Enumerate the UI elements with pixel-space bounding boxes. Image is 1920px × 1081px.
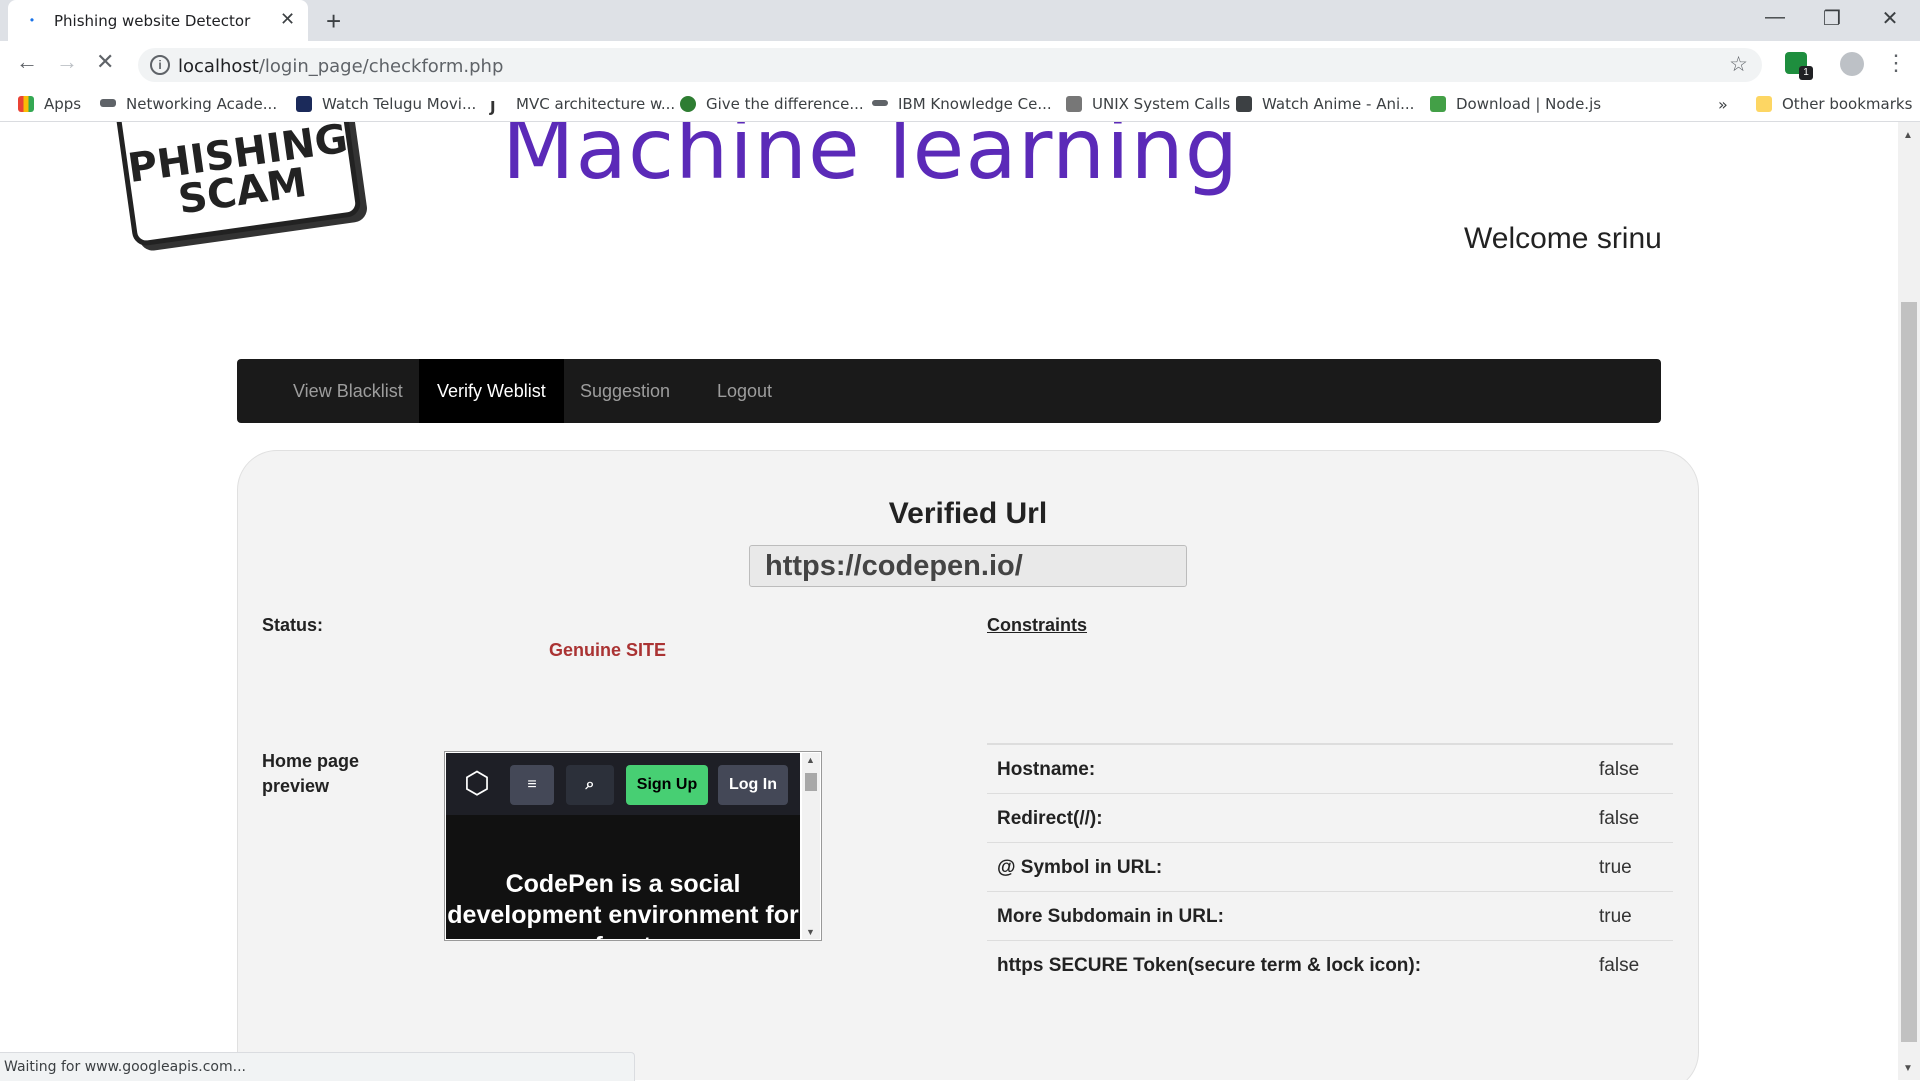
bookmark-unix[interactable]: UNIX System Calls	[1066, 95, 1230, 113]
bookmark-telugu[interactable]: Watch Telugu Movi...	[296, 95, 476, 113]
scroll-down-icon[interactable]: ▼	[1903, 1063, 1913, 1074]
scroll-up-icon[interactable]: ▲	[1903, 130, 1913, 141]
constraint-name: More Subdomain in URL:	[997, 906, 1224, 927]
table-row: Redirect(//): false	[987, 794, 1673, 843]
browser-menu-icon[interactable]: ⋮	[1885, 50, 1907, 76]
logo-text: PHISHING SCAM	[125, 122, 351, 224]
table-row: More Subdomain in URL: true	[987, 892, 1673, 941]
constraint-value: false	[1599, 955, 1640, 976]
browser-toolbar: ← → ✕ i localhost/login_page/checkform.p…	[0, 41, 1920, 87]
globe-icon	[680, 96, 696, 112]
page-headline: Machine learning	[502, 122, 1240, 198]
bookmark-ibm[interactable]: IBM Knowledge Ce...	[872, 95, 1052, 113]
scroll-down-icon[interactable]: ▼	[806, 927, 815, 937]
nodejs-icon	[1430, 96, 1446, 112]
constraint-name: Redirect(//):	[997, 808, 1103, 829]
verified-url-field[interactable]: https://codepen.io/	[749, 545, 1187, 587]
browser-tab[interactable]: • Phishing website Detector ✕	[8, 0, 308, 41]
home-preview-label: Home page preview	[262, 751, 360, 796]
bookmark-networking[interactable]: Networking Acade...	[100, 95, 277, 113]
verified-url-title: Verified Url	[888, 497, 1048, 530]
tab-title: Phishing website Detector	[54, 12, 251, 30]
constraint-value: false	[1599, 759, 1640, 780]
preview-content: ⬡ ≡ ⌕ Sign Up Log In CodePen is a social…	[446, 753, 800, 939]
preview-tagline: CodePen is a social development environm…	[447, 870, 799, 939]
anime-icon	[1236, 96, 1252, 112]
bookmark-anime[interactable]: Watch Anime - Ani...	[1236, 95, 1414, 113]
j-icon: J	[490, 98, 496, 116]
constraint-name: Hostname:	[997, 759, 1096, 780]
nav-view-blacklist[interactable]: View Blacklist	[275, 359, 421, 423]
page-scrollbar[interactable]: ▲ ▼	[1898, 122, 1920, 1080]
signup-button[interactable]: Sign Up	[626, 765, 708, 805]
movie-icon	[296, 96, 312, 112]
minimize-icon[interactable]: —	[1755, 6, 1795, 29]
constraint-name: @ Symbol in URL:	[997, 857, 1163, 878]
welcome-message: Welcome srinu	[1464, 222, 1662, 255]
status-value: Genuine SITE	[549, 640, 667, 660]
page-viewport: PHISHING SCAM Machine learning Welcome sr…	[0, 122, 1898, 1080]
constraints-table: Hostname: false Redirect(//): false @ Sy…	[987, 743, 1673, 989]
folder-icon	[1756, 96, 1772, 112]
codepen-logo-icon[interactable]: ⬡	[458, 765, 496, 803]
back-icon[interactable]: ←	[16, 49, 38, 75]
search-icon[interactable]: ⌕	[566, 765, 614, 805]
stop-loading-icon[interactable]: ✕	[96, 49, 114, 75]
preview-scrollbar[interactable]: ▲ ▼	[802, 753, 820, 939]
result-card: Verified Url https://codepen.io/ Status:…	[237, 450, 1699, 1080]
constraint-name: https SECURE Token(secure term & lock ic…	[997, 955, 1422, 976]
address-url[interactable]: localhost/login_page/checkform.php	[178, 56, 503, 77]
nav-suggestion[interactable]: Suggestion	[562, 359, 688, 423]
site-info-icon[interactable]: i	[150, 55, 170, 75]
nav-logout[interactable]: Logout	[699, 359, 790, 423]
cisco-icon	[100, 99, 116, 107]
constraints-heading: Constraints	[987, 615, 1088, 635]
nav-verify-weblist[interactable]: Verify Weblist	[419, 359, 564, 423]
status-label: Status:	[262, 615, 324, 635]
other-bookmarks[interactable]: Other bookmarks	[1756, 95, 1912, 113]
bookmark-mvc[interactable]: J MVC architecture w...	[490, 95, 675, 116]
login-button[interactable]: Log In	[718, 765, 788, 805]
extension-badge: 1	[1799, 66, 1813, 80]
bookmark-apps[interactable]: Apps	[18, 95, 81, 113]
profile-avatar-icon[interactable]	[1840, 52, 1864, 76]
new-tab-icon[interactable]: +	[326, 6, 341, 37]
constraint-value: true	[1599, 906, 1632, 927]
bookmarks-bar: Apps Networking Acade... Watch Telugu Mo…	[0, 87, 1920, 122]
constraint-value: true	[1599, 857, 1632, 878]
constraint-value: false	[1599, 808, 1640, 829]
main-navbar: View Blacklist Verify Weblist Suggestion…	[237, 359, 1661, 423]
restore-icon[interactable]: ❐	[1812, 6, 1852, 31]
home-page-preview-frame[interactable]: ⬡ ≡ ⌕ Sign Up Log In CodePen is a social…	[444, 751, 822, 941]
ibm-icon	[872, 100, 888, 106]
loading-favicon-icon: •	[29, 13, 35, 27]
status-bar-text: Waiting for www.googleapis.com...	[4, 1059, 246, 1075]
bookmark-star-icon[interactable]: ☆	[1729, 52, 1748, 77]
tab-strip: • Phishing website Detector ✕ + — ❐ ✕	[0, 0, 1920, 41]
scroll-up-icon[interactable]: ▲	[806, 755, 815, 765]
page-scroll-thumb[interactable]	[1901, 302, 1917, 1042]
bookmark-difference[interactable]: Give the difference...	[680, 95, 864, 113]
table-row: @ Symbol in URL: true	[987, 843, 1673, 892]
forward-icon[interactable]: →	[56, 49, 78, 75]
bookmark-nodejs[interactable]: Download | Node.js	[1430, 95, 1601, 113]
apps-grid-icon	[18, 96, 34, 112]
window-close-icon[interactable]: ✕	[1870, 6, 1910, 31]
phishing-scam-logo: PHISHING SCAM	[111, 122, 363, 248]
table-row: https SECURE Token(secure term & lock ic…	[987, 941, 1673, 989]
table-row: Hostname: false	[987, 745, 1673, 794]
unix-icon	[1066, 96, 1082, 112]
preview-scroll-thumb[interactable]	[805, 773, 817, 791]
close-tab-icon[interactable]: ✕	[280, 9, 295, 30]
menu-icon[interactable]: ≡	[510, 765, 554, 805]
browser-status-bar: Waiting for www.googleapis.com...	[0, 1052, 635, 1081]
preview-header: ⬡ ≡ ⌕ Sign Up Log In	[446, 753, 800, 815]
address-bar[interactable]: i localhost/login_page/checkform.php ☆	[138, 48, 1762, 82]
extension-icon[interactable]: 1	[1785, 52, 1813, 80]
bookmarks-overflow[interactable]: »	[1718, 95, 1728, 114]
